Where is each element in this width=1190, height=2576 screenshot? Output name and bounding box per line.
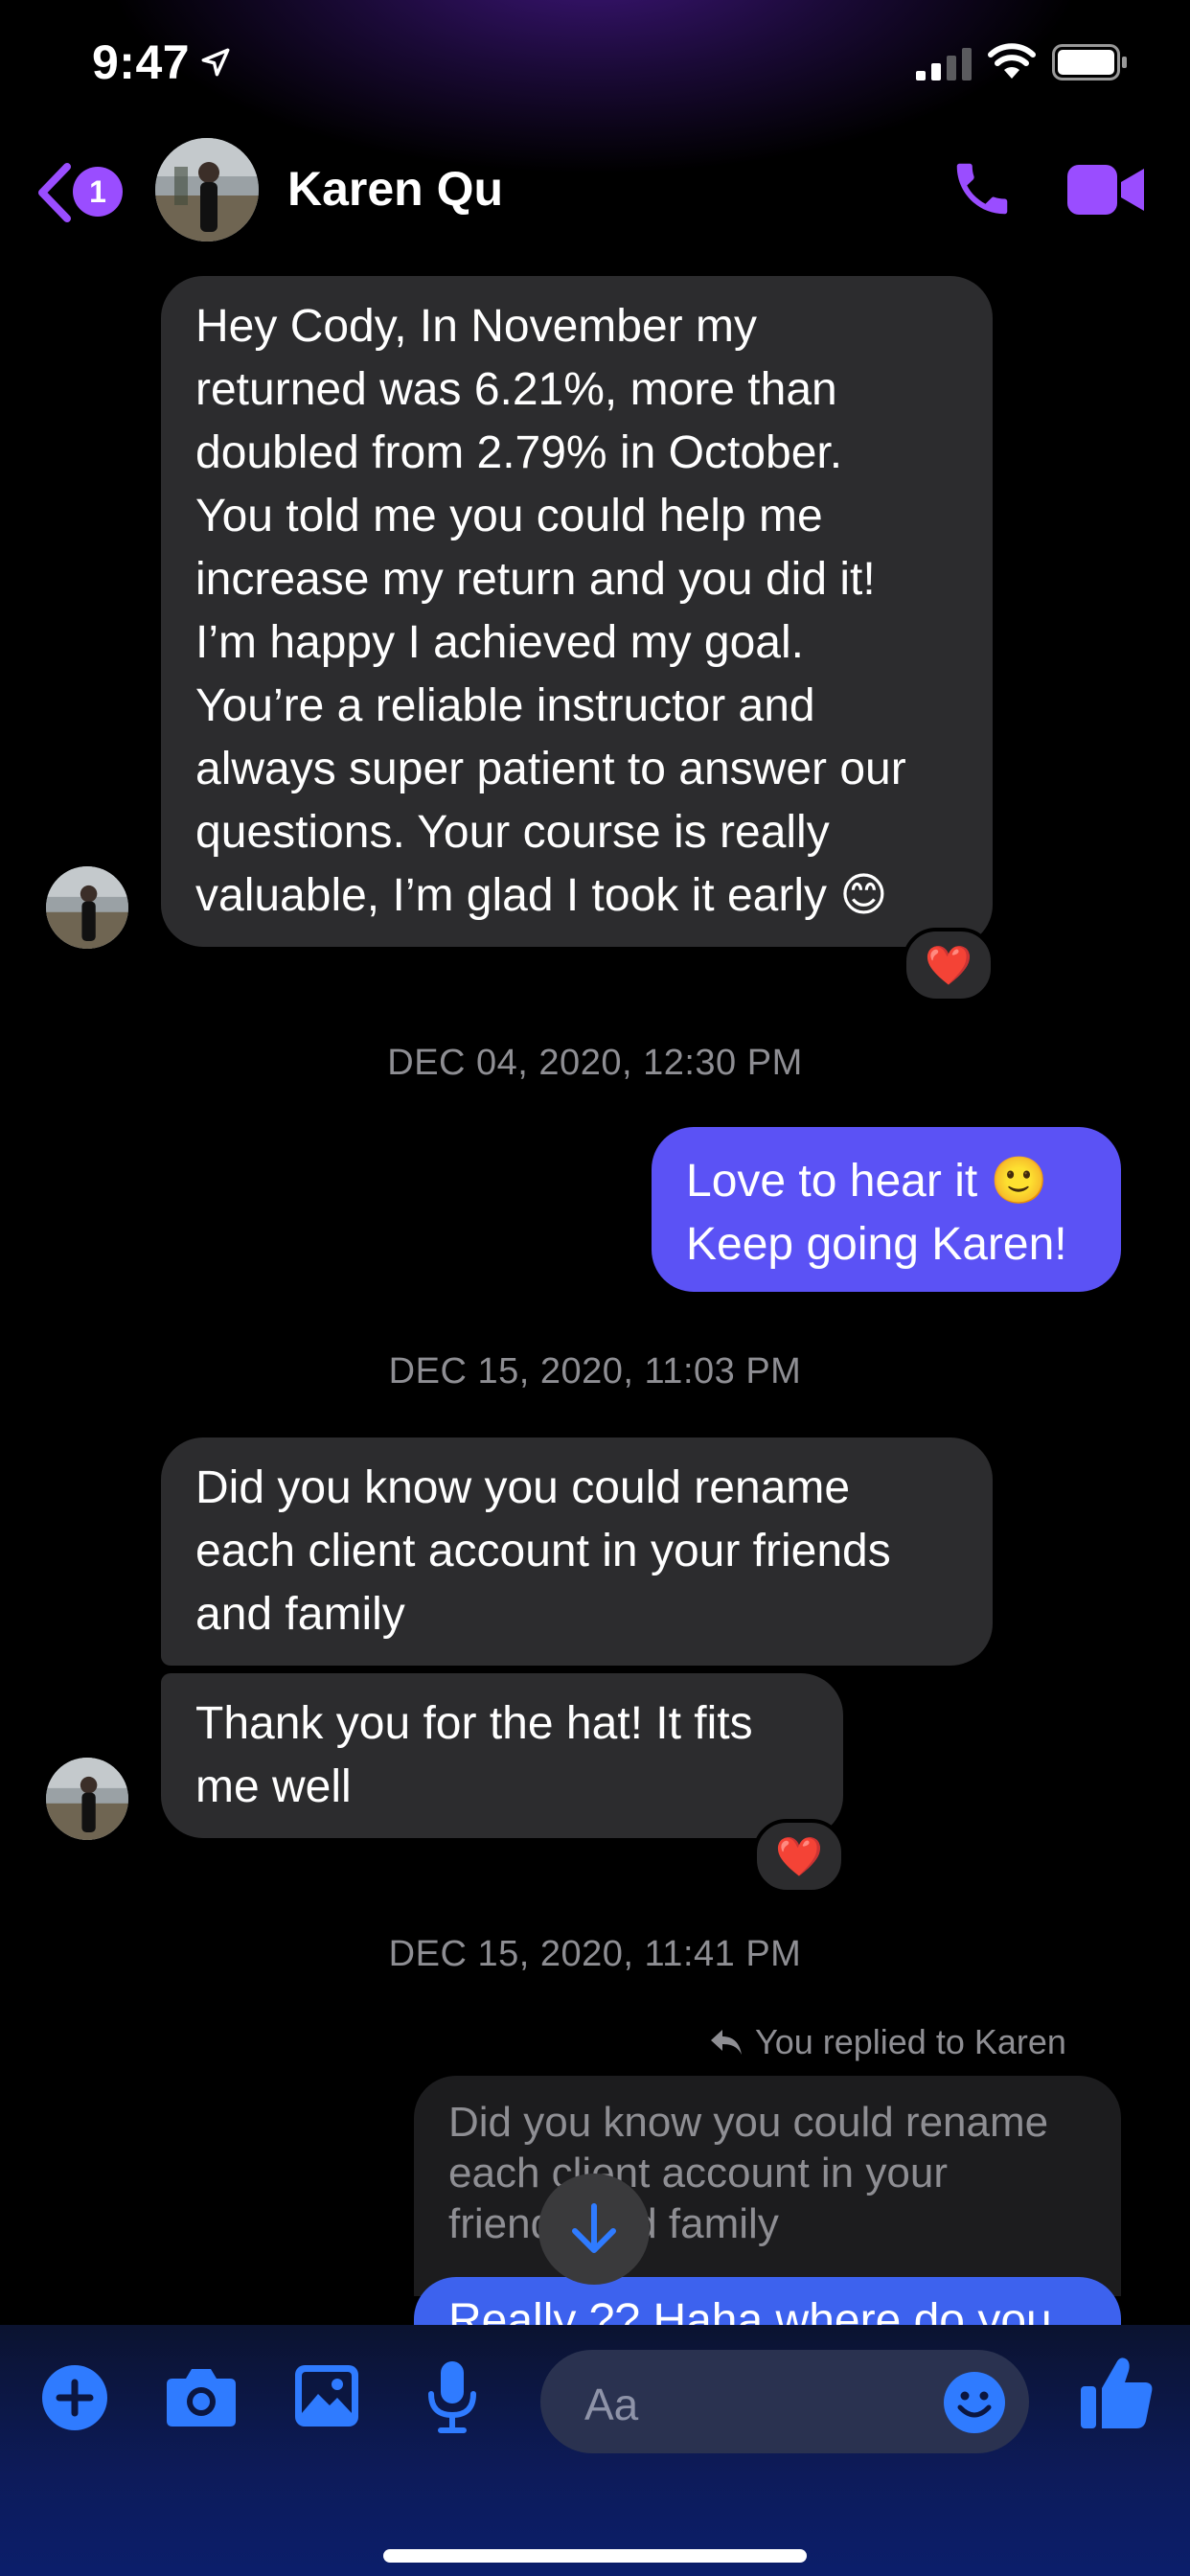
arrow-down-icon [572, 2203, 616, 2253]
reply-arrow-icon [711, 2030, 742, 2055]
scroll-to-bottom-button[interactable] [538, 2174, 650, 2285]
heart-reaction[interactable]: ❤️ [903, 928, 995, 1002]
message-line: doubled from 2.79% in October. [195, 427, 843, 478]
timestamp: DEC 15, 2020, 11:03 PM [388, 1351, 802, 1392]
message-line: Hey Cody, In November my [195, 301, 757, 352]
quoted-line: each client account in your [448, 2150, 948, 2196]
contact-avatar[interactable] [155, 138, 259, 242]
message-composer: Aa [0, 2325, 1190, 2576]
input-placeholder: Aa [584, 2380, 639, 2429]
avatar-photo [46, 1758, 128, 1840]
message-line: questions. Your course is really [195, 807, 830, 858]
avatar-photo [155, 138, 259, 242]
message-line: Did you know you could rename [195, 1462, 851, 1513]
message-bubble-incoming[interactable]: Thank you for the hat! It fits me well [161, 1673, 843, 1838]
phone-icon[interactable] [949, 155, 1016, 222]
message-line: me well [195, 1761, 352, 1812]
message-line: You’re a reliable instructor and [195, 680, 815, 731]
reply-note: You replied to Karen [709, 2022, 1066, 2062]
chat-header: 1 Karen Qu [0, 134, 1190, 249]
message-input[interactable]: Aa [540, 2350, 1029, 2453]
message-line: valuable, I’m glad I took it early 😊 [195, 870, 888, 921]
microphone-icon[interactable] [425, 2359, 479, 2436]
message-line: and family [195, 1589, 405, 1640]
image-icon[interactable] [293, 2363, 360, 2428]
message-line: returned was 6.21%, more than [195, 364, 837, 415]
home-indicator[interactable] [383, 2549, 807, 2563]
wifi-icon [988, 43, 1036, 79]
signal-icon [916, 48, 972, 80]
message-line: Thank you for the hat! It fits [195, 1698, 753, 1749]
message-line: Keep going Karen! [686, 1219, 1067, 1270]
heart-icon: ❤️ [775, 1835, 823, 1878]
timestamp: DEC 15, 2020, 11:41 PM [388, 1934, 802, 1974]
quoted-line: Did you know you could rename [448, 2099, 1049, 2146]
reply-note-text: You replied to Karen [755, 2022, 1066, 2061]
status-time: 9:47 [92, 35, 191, 89]
message-line: I’m happy I achieved my goal. [195, 617, 804, 668]
video-camera-icon[interactable] [1067, 161, 1146, 218]
back-button[interactable]: 1 [34, 155, 130, 228]
message-bubble-incoming[interactable]: Hey Cody, In November my returned was 6.… [161, 276, 993, 947]
status-bar: 9:47 [0, 0, 1190, 134]
unread-badge: 1 [73, 167, 123, 217]
quoted-message[interactable]: Did you know you could rename each clien… [414, 2076, 1121, 2296]
battery-icon [1052, 44, 1127, 80]
message-line: increase my return and you did it! [195, 554, 876, 605]
message-line: You told me you could help me [195, 491, 823, 541]
location-arrow-icon [201, 48, 230, 77]
message-bubble-incoming[interactable]: Did you know you could rename each clien… [161, 1438, 993, 1666]
message-line: Love to hear it 🙂 [686, 1156, 1048, 1207]
thumbs-up-icon[interactable] [1079, 2354, 1154, 2430]
camera-icon[interactable] [165, 2365, 238, 2428]
chevron-left-icon [38, 163, 71, 222]
message-bubble-outgoing[interactable]: Love to hear it 🙂 Keep going Karen! [652, 1127, 1121, 1292]
contact-name[interactable]: Karen Qu [287, 161, 503, 217]
timestamp: DEC 04, 2020, 12:30 PM [387, 1043, 803, 1083]
heart-icon: ❤️ [925, 944, 973, 987]
sender-avatar[interactable] [46, 1758, 128, 1840]
plus-circle-icon[interactable] [40, 2363, 109, 2432]
message-line: always super patient to answer our [195, 744, 906, 794]
avatar-photo [46, 866, 128, 949]
sender-avatar[interactable] [46, 866, 128, 949]
message-line: each client account in your friends [195, 1526, 891, 1576]
heart-reaction[interactable]: ❤️ [753, 1819, 845, 1894]
smiley-icon[interactable] [943, 2371, 1006, 2434]
